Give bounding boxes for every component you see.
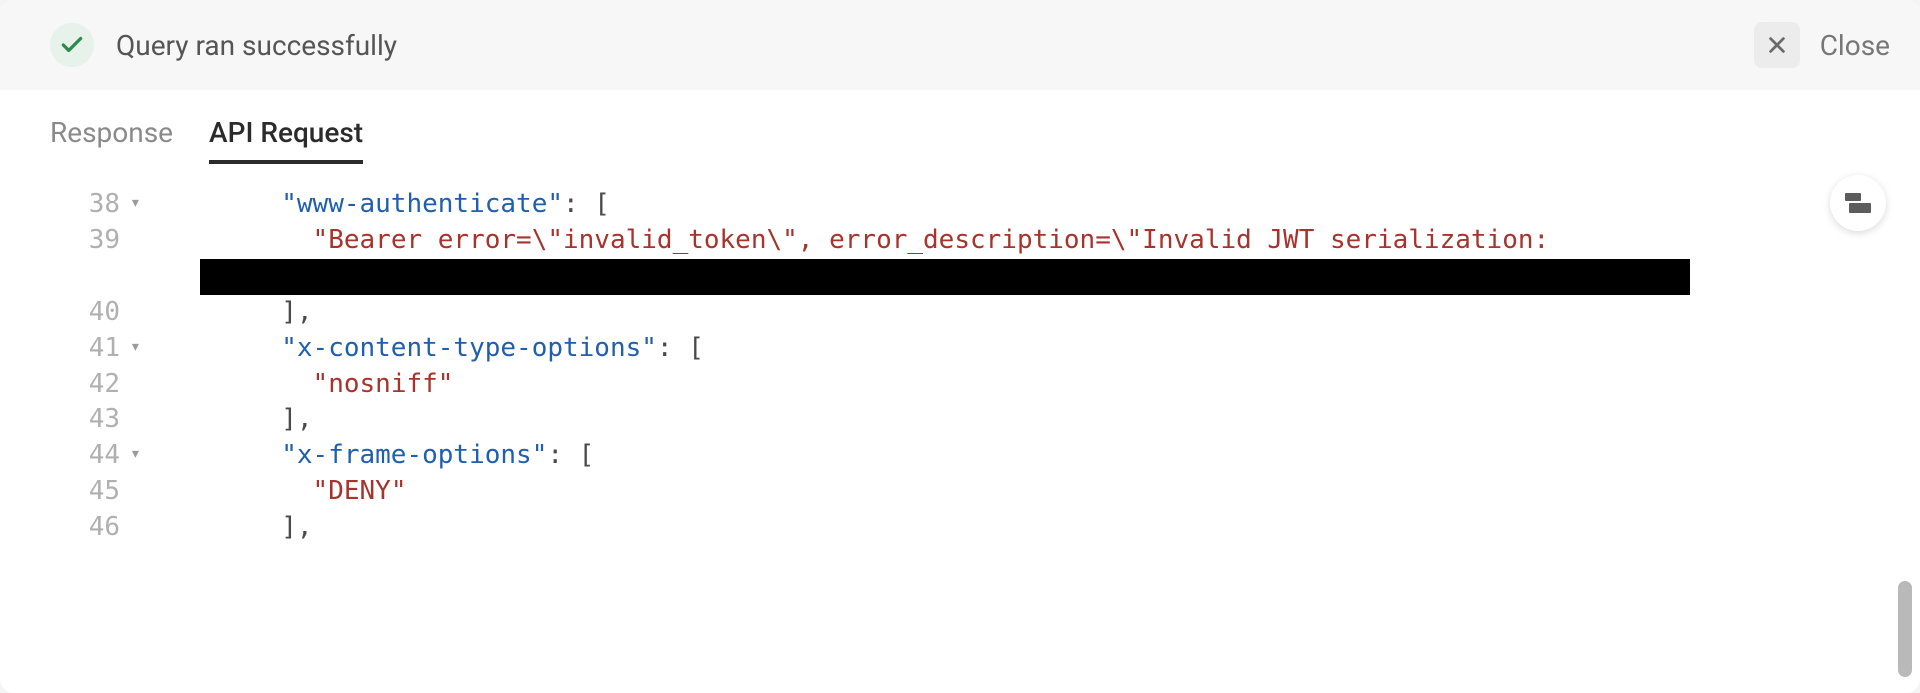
json-key: "x-content-type-options" xyxy=(281,333,657,363)
json-string: "Bearer error=\"invalid_token\", error_d… xyxy=(313,225,1550,255)
status-bar: Query ran successfully Close xyxy=(0,0,1920,90)
code-content: "DENY" xyxy=(156,474,1920,510)
line-number: 41 xyxy=(0,331,130,367)
tabs: Response API Request xyxy=(0,90,1920,163)
code-content: "nosniff" xyxy=(156,367,1920,403)
code-line: 43 ], xyxy=(0,402,1920,438)
layout-icon xyxy=(1845,193,1871,213)
fold-toggle xyxy=(130,223,156,227)
line-number: 43 xyxy=(0,402,130,438)
line-number: 46 xyxy=(0,510,130,546)
json-string: "nosniff" xyxy=(313,369,454,399)
layout-toggle-button[interactable] xyxy=(1830,175,1886,231)
line-number: 45 xyxy=(0,474,130,510)
status-left: Query ran successfully xyxy=(50,23,397,67)
tab-api-request[interactable]: API Request xyxy=(209,116,363,163)
success-icon xyxy=(50,23,94,67)
line-number: 40 xyxy=(0,295,130,331)
code-line: 39 "Bearer error=\"invalid_token\", erro… xyxy=(0,223,1920,259)
code-line: 45 "DENY" xyxy=(0,474,1920,510)
close-button[interactable] xyxy=(1754,22,1800,68)
fold-toggle xyxy=(130,402,156,406)
code-line: 38▾ "www-authenticate": [ xyxy=(0,187,1920,223)
code-line: 41▾ "x-content-type-options": [ xyxy=(0,331,1920,367)
redacted-content xyxy=(0,259,1920,295)
scrollbar-thumb[interactable] xyxy=(1898,581,1912,677)
code-line: 40 ], xyxy=(0,295,1920,331)
fold-toggle xyxy=(130,474,156,478)
json-string: "DENY" xyxy=(313,476,407,506)
code-line: 42 "nosniff" xyxy=(0,367,1920,403)
json-key: "www-authenticate" xyxy=(281,189,563,219)
code-viewer: 38▾ "www-authenticate": [39 "Bearer erro… xyxy=(0,163,1920,693)
fold-toggle xyxy=(130,295,156,299)
json-punct: ], xyxy=(281,512,312,542)
json-key: "x-frame-options" xyxy=(281,440,547,470)
json-punct: : [ xyxy=(563,189,610,219)
fold-toggle[interactable]: ▾ xyxy=(130,187,156,216)
json-punct: ], xyxy=(281,297,312,327)
fold-toggle[interactable]: ▾ xyxy=(130,438,156,467)
code-line: 44▾ "x-frame-options": [ xyxy=(0,438,1920,474)
line-number: 42 xyxy=(0,367,130,403)
result-panel: Query ran successfully Close Response AP… xyxy=(0,0,1920,693)
code-content: "www-authenticate": [ xyxy=(156,187,1920,223)
code-line: 46 ], xyxy=(0,510,1920,546)
code-content: "Bearer error=\"invalid_token\", error_d… xyxy=(156,223,1920,259)
fold-toggle xyxy=(130,367,156,371)
code-content: "x-content-type-options": [ xyxy=(156,331,1920,367)
line-number: 39 xyxy=(0,223,130,259)
fold-toggle[interactable]: ▾ xyxy=(130,331,156,360)
tab-response[interactable]: Response xyxy=(50,116,173,163)
json-punct: ], xyxy=(281,404,312,434)
close-group: Close xyxy=(1754,22,1890,68)
line-number: 44 xyxy=(0,438,130,474)
code-content: ], xyxy=(156,510,1920,546)
code-content: ], xyxy=(156,295,1920,331)
fold-toggle xyxy=(130,510,156,514)
json-punct: : [ xyxy=(657,333,704,363)
json-punct: : [ xyxy=(547,440,594,470)
line-number: 38 xyxy=(0,187,130,223)
close-label: Close xyxy=(1820,29,1890,62)
code-content: ], xyxy=(156,402,1920,438)
code-content: "x-frame-options": [ xyxy=(156,438,1920,474)
status-message: Query ran successfully xyxy=(116,29,397,62)
